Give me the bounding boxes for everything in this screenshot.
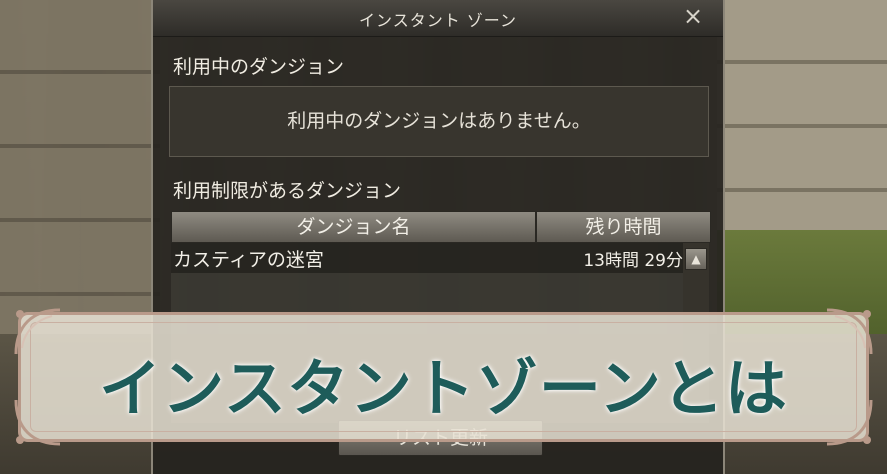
- restricted-dungeons-label: 利用制限があるダンジョン: [173, 180, 402, 202]
- banner-title: インスタントゾーンとは: [99, 352, 788, 425]
- remaining-time-cell: 13時間 29分: [583, 250, 683, 271]
- window-title: インスタント ゾーン: [359, 11, 517, 30]
- stone-wall-right: [717, 0, 887, 250]
- dungeon-table-header: ダンジョン名 残り時間: [171, 211, 711, 243]
- scroll-up-icon[interactable]: ▲: [685, 248, 707, 270]
- active-dungeons-label: 利用中のダンジョン: [173, 56, 345, 78]
- active-dungeons-box: 利用中のダンジョンはありません。: [169, 86, 709, 157]
- table-row[interactable]: カスティアの迷宮 13時間 29分: [171, 243, 683, 273]
- column-header-remaining-time[interactable]: 残り時間: [536, 211, 711, 243]
- close-icon[interactable]: ×: [681, 4, 705, 28]
- column-header-dungeon-name[interactable]: ダンジョン名: [171, 211, 536, 243]
- dungeon-name-cell: カスティアの迷宮: [173, 248, 324, 271]
- title-bar[interactable]: インスタント ゾーン ×: [153, 0, 723, 37]
- title-banner: インスタントゾーンとは: [8, 302, 879, 452]
